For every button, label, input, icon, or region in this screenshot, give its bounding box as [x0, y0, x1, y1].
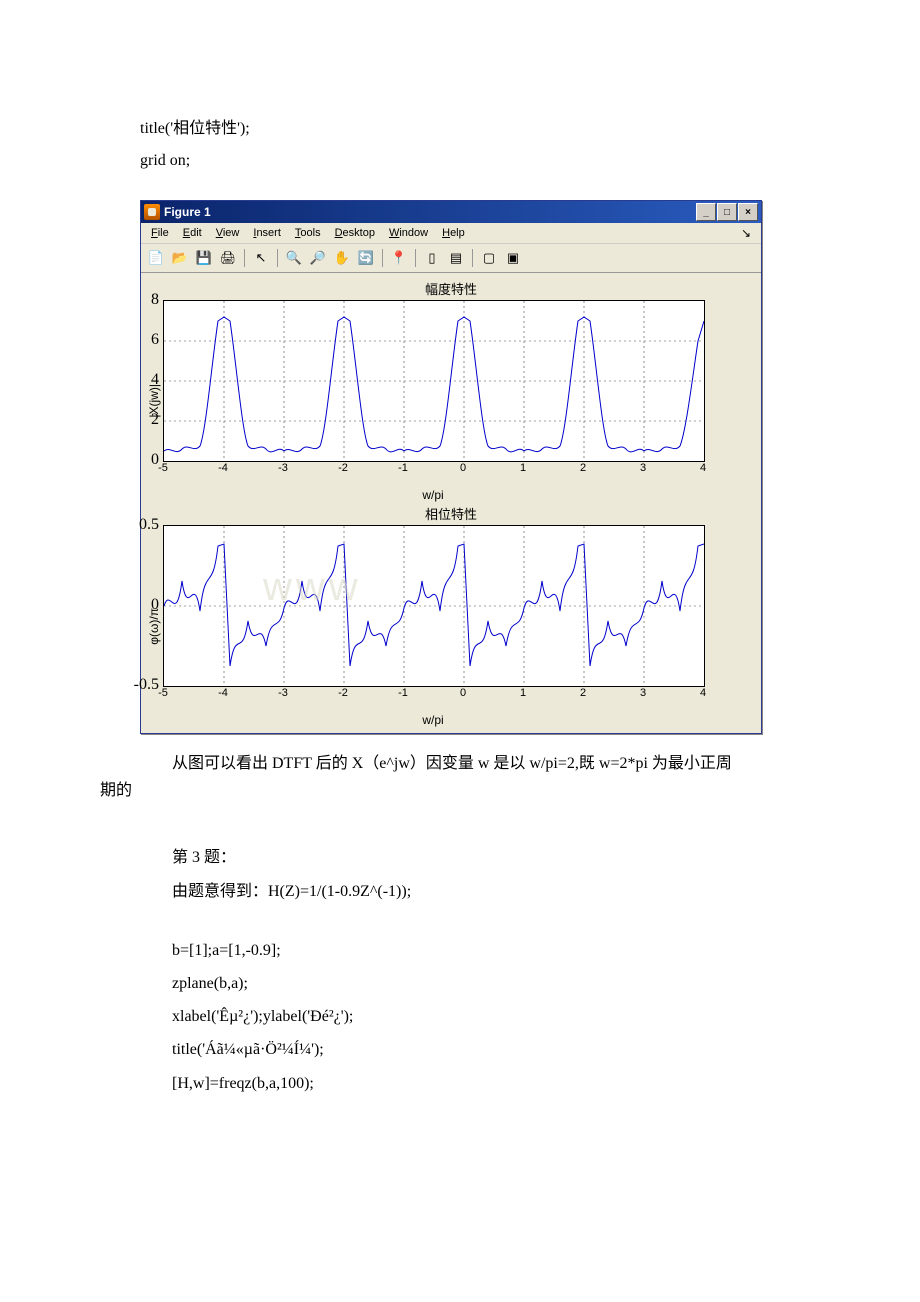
chart2-xtick: 4: [700, 687, 706, 699]
toolbar-separator: [415, 249, 416, 267]
chart1-xtick: 2: [580, 462, 586, 474]
menu-help[interactable]: Help: [436, 226, 471, 240]
chart1-ytick: 8: [151, 291, 163, 309]
chart2-xtick: -2: [338, 687, 348, 699]
toolbar-separator: [244, 249, 245, 267]
data-cursor-icon[interactable]: 📍: [388, 247, 410, 269]
chart1-xtick: -3: [278, 462, 288, 474]
chart1-ytick: 2: [151, 411, 163, 429]
chart2-xtick: 0: [460, 687, 466, 699]
menubar: File Edit View Insert Tools Desktop Wind…: [141, 223, 761, 243]
open-file-icon[interactable]: 📂: [169, 247, 191, 269]
chart2-xtick: 1: [520, 687, 526, 699]
pointer-icon[interactable]: ↖: [250, 247, 272, 269]
zoom-in-icon[interactable]: 🔍: [283, 247, 305, 269]
section3-code-5: [H,w]=freqz(b,a,100);: [140, 1070, 820, 1097]
chart2-xtick: -4: [218, 687, 228, 699]
section3-given: 由题意得到：H(Z)=1/(1-0.9Z^(-1));: [140, 878, 820, 905]
chart1-xtick: 4: [700, 462, 706, 474]
minimize-button[interactable]: _: [696, 203, 716, 221]
chart1-curve: [164, 317, 704, 452]
chart1-xtick: -4: [218, 462, 228, 474]
chart2-xtick: -1: [398, 687, 408, 699]
matlab-figure-window: Figure 1 _ □ × File Edit View Insert Too…: [140, 200, 762, 734]
paragraph-line-1: 从图可以看出 DTFT 后的 X（e^jw）因变量 w 是以 w/pi=2,既 …: [140, 750, 820, 777]
chart1-xtick: -1: [398, 462, 408, 474]
chart2-curve: [164, 544, 704, 666]
chart1-xtick: 3: [640, 462, 646, 474]
pan-icon[interactable]: ✋: [331, 247, 353, 269]
rotate-icon[interactable]: 🔄: [355, 247, 377, 269]
menu-file[interactable]: File: [145, 226, 175, 240]
chart1-xlabel: w/pi: [163, 488, 703, 502]
save-icon[interactable]: 💾: [193, 247, 215, 269]
window-title: Figure 1: [164, 205, 696, 219]
menu-insert[interactable]: Insert: [247, 226, 287, 240]
chart1-ytick: 6: [151, 331, 163, 349]
menu-window[interactable]: Window: [383, 226, 434, 240]
chart1-ytick: 4: [151, 371, 163, 389]
chart1-xtick: 1: [520, 462, 526, 474]
chart2-xtick: -3: [278, 687, 288, 699]
toolbar-separator: [382, 249, 383, 267]
paragraph-line-2: 期的: [100, 777, 820, 804]
chart1-title: 幅度特性: [145, 279, 757, 298]
menu-tools[interactable]: Tools: [289, 226, 327, 240]
chart2-axes[interactable]: [163, 525, 705, 687]
hide-plot-icon[interactable]: ▢: [478, 247, 500, 269]
code-line-1: title('相位特性');: [140, 114, 820, 138]
maximize-button[interactable]: □: [717, 203, 737, 221]
chart2-ytick: 0.5: [139, 516, 163, 534]
chart1-xtick: -2: [338, 462, 348, 474]
dock-icon[interactable]: ▣: [502, 247, 524, 269]
chart2-title: 相位特性: [145, 504, 757, 523]
section3-code-4: title('Áã¼«µã·Ö²¼Í¼');: [140, 1036, 820, 1063]
toolbar-separator: [472, 249, 473, 267]
close-button[interactable]: ×: [738, 203, 758, 221]
code-line-2: grid on;: [140, 152, 820, 170]
section3-code-3: xlabel('Êµ²¿');ylabel('Ðé²¿');: [140, 1003, 820, 1030]
chart2-ytick: 0: [151, 596, 163, 614]
plot-area: 幅度特性 |X(jw)|: [141, 273, 761, 733]
section3-code-2: zplane(b,a);: [140, 970, 820, 997]
colorbar-icon[interactable]: ▯: [421, 247, 443, 269]
chart1-axes[interactable]: [163, 300, 705, 462]
chart2-xlabel: w/pi: [163, 713, 703, 727]
toolbar: 📄 📂 💾 🖨 ↖ 🔍 🔎 ✋ 🔄 📍 ▯ ▤ ▢ ▣: [141, 243, 761, 273]
chart1-xtick: -5: [158, 462, 168, 474]
chart2-xtick: 2: [580, 687, 586, 699]
print-icon[interactable]: 🖨: [217, 247, 239, 269]
legend-icon[interactable]: ▤: [445, 247, 467, 269]
chart2-xtick: 3: [640, 687, 646, 699]
titlebar[interactable]: Figure 1 _ □ ×: [141, 201, 761, 223]
zoom-out-icon[interactable]: 🔎: [307, 247, 329, 269]
menu-edit[interactable]: Edit: [177, 226, 208, 240]
toolbar-separator: [277, 249, 278, 267]
matlab-icon: [144, 204, 160, 220]
chart2-xtick: -5: [158, 687, 168, 699]
menu-view[interactable]: View: [210, 226, 246, 240]
new-file-icon[interactable]: 📄: [145, 247, 167, 269]
section3-code-1: b=[1];a=[1,-0.9];: [140, 937, 820, 964]
chart1-xtick: 0: [460, 462, 466, 474]
menu-pin-icon[interactable]: ↘: [735, 225, 757, 241]
section3-header: 第 3 题：: [140, 844, 820, 871]
menu-desktop[interactable]: Desktop: [329, 226, 381, 240]
